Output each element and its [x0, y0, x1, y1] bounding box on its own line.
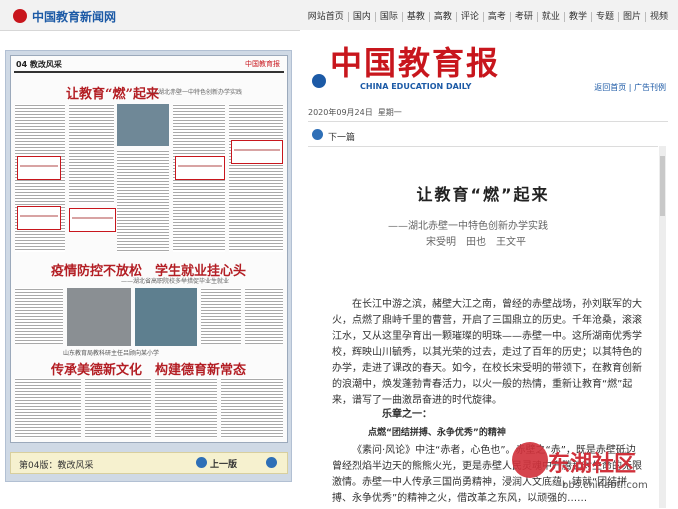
- nav-item[interactable]: 就业: [536, 12, 564, 22]
- issue-date: 2020年09月24日 星期一: [308, 107, 402, 118]
- home-link[interactable]: 返回首页: [594, 83, 626, 92]
- page-header: 04 教改风采 中国教育报: [14, 59, 284, 73]
- weekday-value: 星期一: [377, 108, 402, 117]
- subheading-box: [17, 156, 61, 180]
- article-panel: 中国教育报 CHINA EDUCATION DAILY 返回首页 | 广告刊例 …: [300, 30, 678, 508]
- text-column: [15, 378, 81, 438]
- next-article-link[interactable]: 下一篇: [328, 130, 355, 143]
- masthead-title: 中国教育报: [330, 44, 501, 82]
- nav-item[interactable]: 评论: [455, 12, 483, 22]
- nav-item[interactable]: 高教: [428, 12, 456, 22]
- text-column: [15, 288, 63, 344]
- watermark-text: 东湖社区: [548, 452, 637, 477]
- date-value: 2020年09月24日: [308, 108, 373, 117]
- subheading-box: [175, 156, 225, 180]
- article-photo: [117, 104, 169, 146]
- page-subhead-2: ——湖北省高职院校多举措促毕业生就业: [121, 278, 230, 285]
- photo-caption: 山东教育局教科研主任吕顾向某小学: [63, 350, 160, 357]
- nav-item[interactable]: 教学: [563, 12, 591, 22]
- edition-footer: 第04版：教改风采 上一版: [10, 452, 288, 474]
- text-column: [155, 378, 217, 438]
- text-column: [245, 288, 283, 344]
- text-column: [229, 104, 283, 252]
- newspaper-masthead: 中国教育报 CHINA EDUCATION DAILY: [330, 38, 500, 91]
- masthead-logo-icon: [312, 74, 326, 88]
- nav-item[interactable]: 视频: [644, 12, 672, 22]
- ads-link[interactable]: 广告刊例: [634, 83, 666, 92]
- scrollbar-thumb[interactable]: [660, 156, 665, 216]
- section-heading: 乐章之一：: [382, 409, 432, 420]
- nav-item[interactable]: 考研: [509, 12, 537, 22]
- text-column: [69, 104, 114, 204]
- article-photo: [135, 288, 197, 346]
- subheading-box: [17, 206, 61, 230]
- subheading-box: [231, 140, 283, 164]
- watermark-url: bbs.chinabtl.com: [562, 480, 648, 491]
- main-nav: 网站首页 国内 国际 基教 高教 评论 高考 考研 就业 教学 专题 图片 视频: [304, 9, 672, 22]
- text-column: [117, 150, 169, 252]
- arrow-right-icon[interactable]: [266, 457, 277, 468]
- nav-item[interactable]: 专题: [590, 12, 618, 22]
- site-logo-text[interactable]: 中国教育新闻网: [32, 8, 116, 25]
- article-photo: [67, 288, 131, 346]
- article-subtitle: ——湖北赤壁一中特色创新办学实践: [388, 221, 548, 232]
- subheading-box: [69, 208, 116, 232]
- top-navigation-bar: 中国教育新闻网 网站首页 国内 国际 基教 高教 评论 高考 考研 就业 教学 专题 图片 视频: [0, 0, 678, 31]
- nav-item[interactable]: 网站首页: [304, 12, 348, 22]
- article-authors: 宋受明 田也 王文平: [426, 237, 526, 248]
- header-links: 返回首页 | 广告刊例: [594, 83, 666, 92]
- prev-page-link[interactable]: 上一版: [210, 457, 237, 470]
- nav-item[interactable]: 国内: [347, 12, 375, 22]
- article-paragraph: 在长江中游之滨，赭壁大江之南，曾经的赤壁战场，孙刘联军的大火，点燃了鼎峙千里的曹…: [332, 299, 642, 406]
- page-subhead-1: ——湖北赤壁一中特色创新办学实践: [146, 89, 243, 96]
- arrow-left-icon[interactable]: [196, 457, 207, 468]
- text-column: [85, 378, 151, 438]
- nav-item[interactable]: 国际: [374, 12, 402, 22]
- text-column: [221, 378, 283, 438]
- nav-item[interactable]: 高考: [482, 12, 510, 22]
- divider: [308, 121, 668, 122]
- nav-item[interactable]: 图片: [617, 12, 645, 22]
- article-title: 让教育“燃”起来: [416, 185, 550, 204]
- edition-link[interactable]: 第04版：教改风采: [19, 458, 93, 471]
- page-headline-3[interactable]: 传承美德新文化 构建德育新常态: [51, 359, 246, 378]
- page-edition-label: 04 教改风采: [16, 60, 62, 69]
- arrow-right-icon[interactable]: [312, 129, 323, 140]
- watermark-logo-icon: [512, 442, 548, 478]
- site-logo-icon: [13, 9, 27, 23]
- section-title: 点燃“团结拼搏、永争优秀”的精神: [368, 428, 506, 438]
- text-column: [201, 288, 241, 344]
- newspaper-page-thumbnail[interactable]: 04 教改风采 中国教育报 让教育“燃”起来 ——湖北赤壁一中特色创新办学实践 …: [10, 55, 288, 443]
- nav-item[interactable]: 基教: [401, 12, 429, 22]
- watermark: 东湖社区 bbs.chinabtl.com: [512, 442, 678, 502]
- masthead-mark: 中国教育报: [245, 60, 280, 68]
